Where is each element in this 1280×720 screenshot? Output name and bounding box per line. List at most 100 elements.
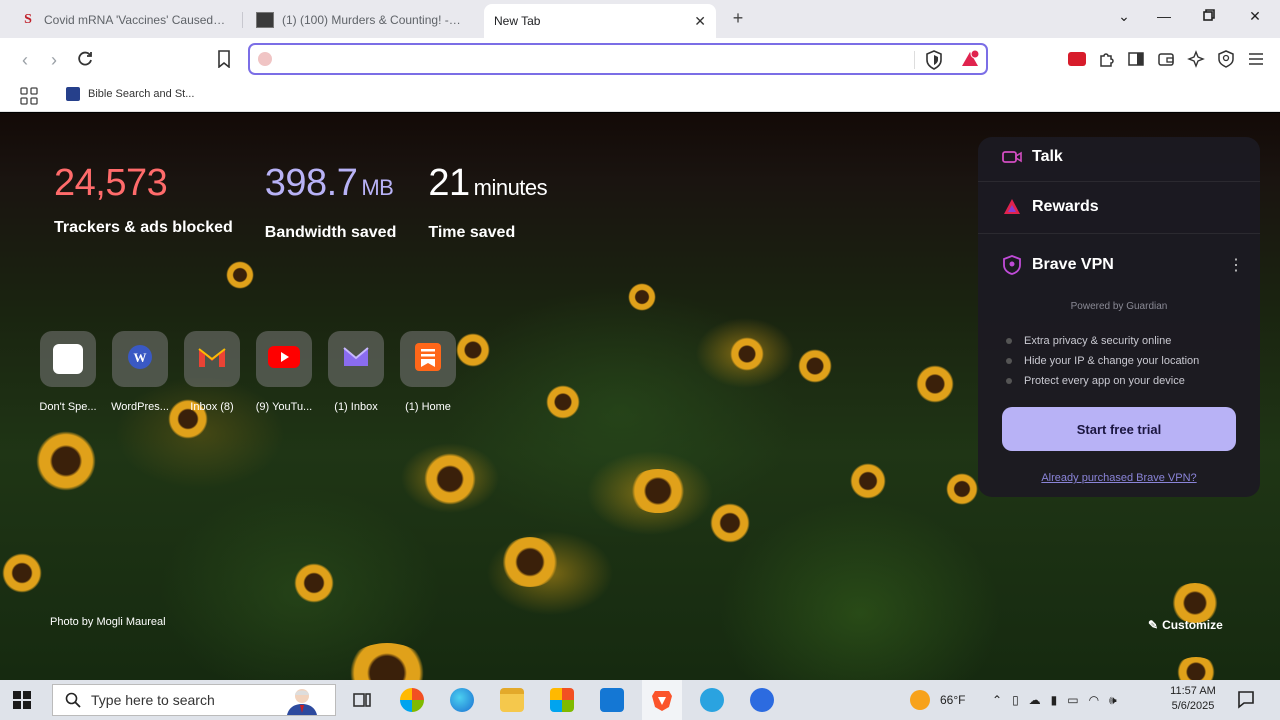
apps-grid-icon[interactable] bbox=[20, 87, 38, 105]
restore-button[interactable] bbox=[1197, 8, 1221, 24]
sun-icon bbox=[910, 690, 930, 710]
top-site-wordpress[interactable]: W WordPres... bbox=[111, 331, 169, 413]
tab-covid-article[interactable]: S Covid mRNA 'Vaccines' Caused 'Ala bbox=[10, 4, 238, 35]
battery-icon[interactable]: ▭ bbox=[1067, 693, 1078, 707]
ublock-extension-icon[interactable] bbox=[1068, 52, 1086, 66]
background-sunflower bbox=[730, 337, 764, 371]
stat-time: 21 minutes Time saved bbox=[428, 161, 547, 242]
top-site-label: (1) Inbox bbox=[334, 401, 378, 413]
edge-browser-icon[interactable] bbox=[450, 688, 474, 712]
brave-browser-icon[interactable] bbox=[650, 688, 674, 712]
usb-icon[interactable]: ▮ bbox=[1051, 693, 1058, 707]
volume-icon[interactable]: 🕪 bbox=[1109, 693, 1117, 708]
forward-button[interactable]: › bbox=[43, 50, 65, 71]
background-sunflower bbox=[916, 365, 954, 403]
outlook-icon[interactable] bbox=[600, 688, 624, 712]
address-bar[interactable] bbox=[248, 43, 988, 75]
clock-time: 11:57 AM bbox=[1170, 685, 1216, 697]
background-sunflower bbox=[946, 473, 978, 505]
onedrive-cloud-icon[interactable]: ☁ bbox=[1029, 693, 1041, 707]
stat-bandwidth: 398.7 MB Bandwidth saved bbox=[265, 161, 397, 242]
time-label: Time saved bbox=[428, 224, 516, 241]
bandwidth-unit: MB bbox=[361, 175, 394, 200]
copilot-icon[interactable] bbox=[400, 688, 424, 712]
background-sunflower bbox=[710, 503, 750, 543]
customize-label: Customize bbox=[1162, 618, 1223, 632]
top-site-dont-speak[interactable]: Don't Spe... bbox=[39, 331, 97, 413]
new-tab-page: 24,573 Trackers & ads blocked 398.7 MB Ba… bbox=[0, 113, 1280, 680]
background-sunflower bbox=[546, 385, 580, 419]
clock[interactable]: 11:57 AM 5/6/2025 bbox=[1160, 684, 1226, 714]
taskbar-search[interactable]: Type here to search bbox=[52, 684, 336, 716]
menu-hamburger-icon[interactable] bbox=[1247, 50, 1265, 68]
search-engine-icon bbox=[258, 52, 272, 66]
top-site-substack-home[interactable]: (1) Home bbox=[400, 331, 456, 413]
top-site-gmail[interactable]: Inbox (8) bbox=[184, 331, 240, 413]
start-free-trial-button[interactable]: Start free trial bbox=[1002, 407, 1236, 451]
file-explorer-icon[interactable] bbox=[500, 688, 524, 712]
bible-favicon-icon bbox=[66, 87, 80, 101]
tab-strip: S Covid mRNA 'Vaccines' Caused 'Ala (1) … bbox=[0, 0, 1280, 38]
back-button[interactable]: ‹ bbox=[14, 50, 36, 71]
show-hidden-icons-chevron-icon[interactable]: ⌃ bbox=[992, 693, 1002, 707]
background-sunflower bbox=[294, 563, 334, 603]
windows-start-icon[interactable] bbox=[12, 690, 32, 710]
extensions-puzzle-icon[interactable] bbox=[1098, 50, 1116, 68]
device-icon[interactable]: ▯ bbox=[1012, 693, 1019, 707]
powered-by-guardian: Powered by Guardian bbox=[1070, 301, 1168, 312]
top-site-youtube[interactable]: (9) YouTu... bbox=[256, 331, 312, 413]
tab-new-tab[interactable]: New Tab ✕ bbox=[484, 4, 716, 38]
weather-widget[interactable]: 66°F bbox=[910, 680, 965, 720]
bookmark-bible-search[interactable]: Bible Search and St... bbox=[66, 87, 194, 101]
microsoft-store-icon[interactable] bbox=[550, 688, 574, 712]
leo-ai-icon[interactable] bbox=[1187, 50, 1205, 68]
talk-label: Talk bbox=[1032, 148, 1063, 165]
tab-title: (1) (100) Murders & Counting! - by bbox=[282, 12, 464, 27]
brave-talk-widget[interactable]: Talk bbox=[1002, 147, 1063, 167]
time-unit: minutes bbox=[473, 175, 548, 200]
substack-favicon-icon: S bbox=[24, 11, 32, 27]
bookmarks-bar: Bible Search and St... bbox=[0, 82, 1280, 112]
brave-rewards-icon[interactable] bbox=[960, 49, 980, 69]
bookmark-page-icon[interactable] bbox=[216, 50, 232, 69]
top-site-label: Don't Spe... bbox=[39, 401, 97, 413]
time-value: 21 bbox=[428, 162, 470, 204]
minimize-button[interactable]: — bbox=[1152, 8, 1176, 24]
new-tab-button[interactable]: + bbox=[728, 8, 748, 29]
clock-date: 5/6/2025 bbox=[1171, 700, 1215, 712]
windows-taskbar: Type here to search 66°F ⌃ ▯ ☁ ▮ ▭ ◠ 🕪 1… bbox=[0, 680, 1280, 720]
vpn-label: Brave VPN bbox=[1032, 256, 1114, 273]
sidebar-toggle-icon[interactable] bbox=[1127, 50, 1145, 68]
task-view-icon[interactable] bbox=[350, 688, 374, 712]
tab-search-chevron-icon[interactable]: ⌄ bbox=[1112, 8, 1136, 25]
telegram-icon[interactable] bbox=[700, 688, 724, 712]
top-site-label: (1) Home bbox=[405, 401, 451, 413]
background-sunflower bbox=[2, 553, 42, 593]
background-sunflower bbox=[500, 537, 560, 587]
close-window-button[interactable]: ✕ bbox=[1243, 8, 1267, 25]
brave-vpn-widget[interactable]: Brave VPN bbox=[1002, 255, 1114, 275]
reload-button[interactable] bbox=[74, 50, 96, 73]
system-tray: ⌃ ▯ ☁ ▮ ▭ ◠ 🕪 bbox=[992, 680, 1117, 720]
brave-rewards-widget[interactable]: Rewards bbox=[1002, 197, 1099, 217]
wallet-icon[interactable] bbox=[1157, 50, 1175, 68]
already-purchased-link[interactable]: Already purchased Brave VPN? bbox=[978, 472, 1260, 484]
tab-murders-article[interactable]: (1) (100) Murders & Counting! - by bbox=[246, 4, 474, 35]
top-site-proton-inbox[interactable]: (1) Inbox bbox=[328, 331, 384, 413]
vpn-more-options-icon[interactable]: ⋮ bbox=[1228, 255, 1244, 275]
customize-button[interactable]: ✎ Customize bbox=[1148, 618, 1223, 632]
photo-credit[interactable]: Photo by Mogli Maureal bbox=[50, 616, 166, 628]
zoom-icon[interactable] bbox=[750, 688, 774, 712]
close-tab-icon[interactable]: ✕ bbox=[694, 13, 706, 30]
proton-mail-icon bbox=[341, 345, 371, 374]
image-favicon-icon bbox=[256, 11, 274, 28]
vpn-shield-icon[interactable] bbox=[1217, 50, 1235, 68]
youtube-icon bbox=[268, 345, 300, 373]
address-input[interactable] bbox=[278, 49, 898, 69]
brave-shields-icon[interactable] bbox=[925, 50, 943, 70]
vpn-feature: Hide your IP & change your location bbox=[1006, 351, 1199, 371]
wifi-icon[interactable]: ◠ bbox=[1089, 693, 1099, 707]
notifications-icon[interactable] bbox=[1236, 689, 1256, 709]
top-site-label: Inbox (8) bbox=[190, 401, 234, 413]
privacy-stats: 24,573 Trackers & ads blocked 398.7 MB Ba… bbox=[54, 161, 548, 242]
